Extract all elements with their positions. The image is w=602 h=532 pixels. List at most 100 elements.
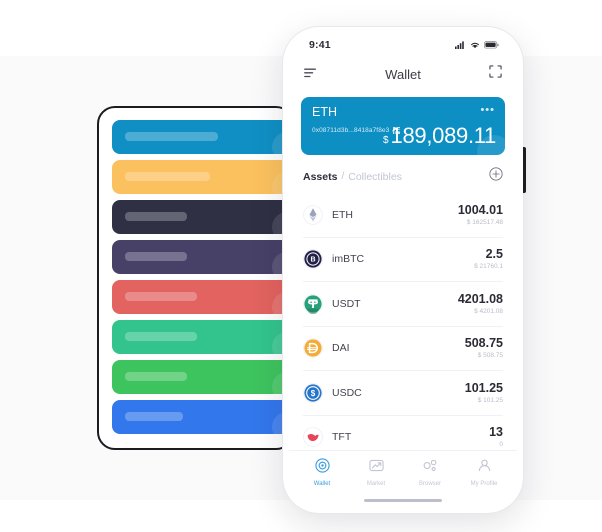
tab-collectibles[interactable]: Collectibles	[348, 171, 402, 183]
wifi-icon	[471, 42, 479, 49]
signal-icon	[455, 41, 464, 49]
balance-amount: 189,089.11	[390, 123, 497, 148]
mini-card-placeholder-bar	[125, 132, 218, 141]
mini-card-placeholder-bar	[125, 372, 187, 381]
page-title: Wallet	[385, 66, 421, 82]
asset-values: 508.75 $ 508.75	[464, 336, 503, 360]
tab-label: Market	[366, 480, 386, 487]
dai-token-icon	[303, 338, 323, 359]
usdc-token-icon: $	[303, 382, 323, 403]
asset-values: 1004.01 $ 162517.48	[457, 202, 503, 226]
mini-card-placeholder-bar	[125, 172, 210, 181]
asset-name: TFT	[332, 431, 352, 444]
asset-row[interactable]: USDT 4201.08 $ 4201.08	[303, 281, 503, 326]
asset-name: DAI	[332, 342, 350, 355]
imbtc-token-icon: B	[303, 249, 323, 270]
status-bar: 9:41	[289, 33, 517, 57]
tab-browser[interactable]: Browser	[405, 458, 455, 487]
asset-amount: 2.5	[485, 247, 503, 262]
asset-amount: 13	[489, 425, 503, 440]
tab-market[interactable]: Market	[351, 458, 401, 487]
wallet-symbol: ETH	[312, 105, 337, 119]
wallet-balance-card[interactable]: ETH 0x08711d3b...8418a7f8e3 ••• $ 189,08…	[301, 97, 505, 155]
svg-text:$: $	[311, 389, 316, 398]
imbtc-token-icon: B	[303, 249, 323, 270]
mini-card[interactable]: ♦	[112, 120, 292, 154]
asset-values: 13 0	[489, 425, 503, 449]
usdt-token-icon	[303, 293, 323, 314]
mini-card-placeholder-bar	[125, 292, 197, 301]
mini-card[interactable]: △	[112, 280, 292, 314]
assets-tabs: Assets / Collectibles	[303, 171, 402, 183]
phone-device: 9:41 Wallet ETH 0x08711d3b...8418a7f8e3 …	[283, 27, 526, 513]
asset-values: 2.5 $ 21760.1	[474, 247, 503, 271]
status-time: 9:41	[309, 39, 331, 51]
mini-card[interactable]: B	[112, 360, 292, 394]
mini-card[interactable]: B	[112, 160, 292, 194]
app-nav-bar: Wallet	[289, 57, 517, 91]
wallet-address: 0x08711d3b...8418a7f8e3	[312, 126, 390, 134]
asset-name: imBTC	[332, 253, 365, 266]
asset-amount: 4201.08	[457, 291, 503, 306]
balance-currency-symbol: $	[382, 135, 389, 146]
usdt-token-icon	[303, 293, 323, 314]
profile-user-icon	[477, 458, 492, 478]
tab-label: Wallet	[313, 480, 331, 487]
mini-card[interactable]: N	[112, 320, 292, 354]
mini-card-placeholder-bar	[125, 212, 187, 221]
mini-card[interactable]: L	[112, 400, 292, 434]
asset-fiat-value: $ 21760.1	[474, 263, 503, 271]
asset-fiat-value: $ 101.25	[477, 396, 503, 404]
home-indicator-bar	[364, 498, 442, 502]
tab-label: Browser	[418, 480, 441, 487]
tab-label: My Profile	[470, 480, 498, 487]
asset-row[interactable]: DAI 508.75 $ 508.75	[303, 325, 503, 371]
eth-token-icon	[303, 204, 323, 225]
asset-list: ETH 1004.01 $ 162517.48 BimBTC 2.5 $ 21760.1 U…	[289, 193, 517, 450]
asset-name: ETH	[332, 208, 353, 221]
asset-row[interactable]: BimBTC 2.5 $ 21760.1	[303, 236, 503, 282]
tab-my-profile[interactable]: My Profile	[459, 458, 509, 487]
battery-icon	[484, 41, 499, 49]
card-stack-panel: ♦B⚛◈△NBL	[97, 106, 294, 450]
asset-fiat-value: $ 162517.48	[466, 218, 503, 226]
tab-assets[interactable]: Assets	[303, 171, 337, 183]
asset-row[interactable]: TFT 13 0	[303, 414, 503, 451]
asset-values: 4201.08 $ 4201.08	[457, 291, 503, 315]
asset-amount: 101.25	[464, 380, 503, 395]
power-button[interactable]	[523, 147, 526, 193]
tft-token-icon	[303, 427, 323, 448]
status-indicators	[455, 41, 499, 49]
tab-wallet[interactable]: Wallet	[297, 457, 347, 487]
phone-screen: 9:41 Wallet ETH 0x08711d3b...8418a7f8e3 …	[289, 33, 517, 507]
asset-fiat-value: $ 4201.08	[474, 307, 503, 315]
home-indicator-area	[289, 493, 517, 507]
eth-token-icon	[303, 204, 323, 225]
asset-fiat-value: $ 508.75	[477, 352, 503, 360]
browser-nodes-icon	[423, 458, 438, 478]
mini-card[interactable]: ⚛	[112, 200, 292, 234]
mini-card-placeholder-bar	[125, 332, 197, 341]
asset-amount: 508.75	[464, 336, 503, 351]
hamburger-menu-icon[interactable]	[304, 65, 317, 83]
asset-name: USDC	[332, 386, 362, 399]
bottom-tab-bar: Wallet Market Browser My Profile	[289, 450, 517, 493]
tab-separator: /	[341, 171, 345, 182]
asset-row[interactable]: ETH 1004.01 $ 162517.48	[303, 193, 503, 237]
asset-fiat-value: 0	[499, 441, 503, 449]
mini-card-placeholder-bar	[125, 252, 187, 261]
dai-token-icon	[303, 338, 323, 359]
wallet-target-icon	[314, 457, 330, 478]
plus-circle-icon[interactable]	[489, 167, 503, 186]
more-dots-icon[interactable]: •••	[480, 105, 495, 116]
market-chart-icon	[368, 458, 384, 478]
usdc-token-icon: $	[303, 382, 323, 403]
tft-token-icon	[303, 427, 323, 448]
assets-header: Assets / Collectibles	[289, 155, 517, 193]
asset-amount: 1004.01	[457, 202, 503, 217]
mini-card-placeholder-bar	[125, 412, 183, 421]
scan-qr-icon[interactable]	[489, 65, 502, 83]
asset-row[interactable]: $ USDC 101.25 $ 101.25	[303, 370, 503, 415]
mini-card[interactable]: ◈	[112, 240, 292, 274]
svg-text:B: B	[310, 257, 315, 264]
